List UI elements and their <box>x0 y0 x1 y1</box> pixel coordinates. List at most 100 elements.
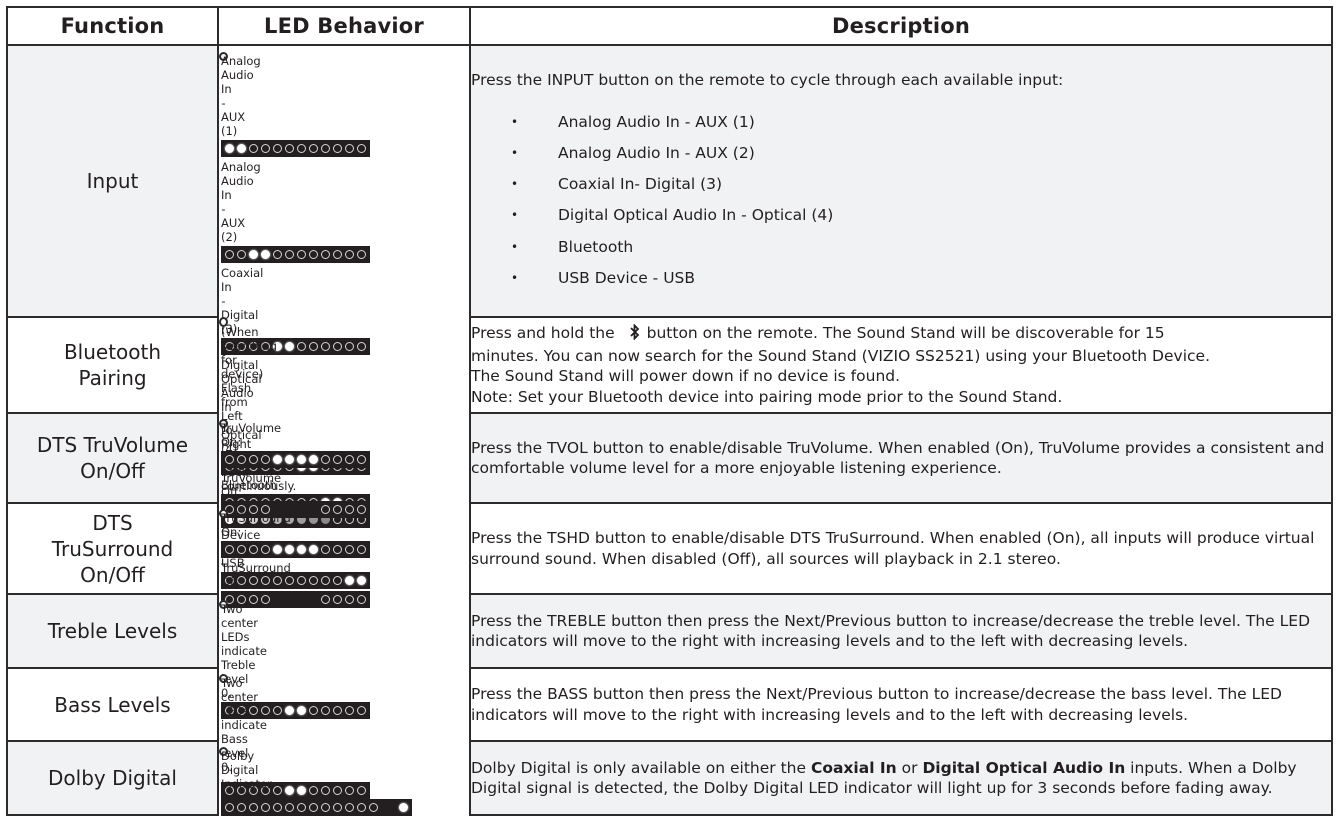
header-led-behavior: LED Behavior <box>217 6 471 46</box>
led-off <box>333 455 342 464</box>
led-off <box>285 576 294 585</box>
led-off <box>285 250 294 259</box>
table-row-input: Input Analog Audio In - AUX (1) Analog A… <box>6 44 1333 589</box>
led-off <box>333 595 342 604</box>
led-on <box>285 455 294 464</box>
input-name: Bluetooth <box>558 237 634 256</box>
led-on <box>297 545 306 554</box>
led-off <box>321 595 330 604</box>
led-off <box>273 144 282 153</box>
led-off <box>357 250 366 259</box>
led-caption: Two center LEDs indicate <box>221 602 267 658</box>
description-text: Dolby Digital is only available on eithe… <box>471 758 811 777</box>
led-off <box>357 144 366 153</box>
bluetooth-icon <box>629 323 643 346</box>
led-on <box>297 455 306 464</box>
input-list: • Analog Audio In - AUX (1) • Analog Audio… <box>471 107 1331 294</box>
led-off <box>369 803 378 812</box>
led-caption: TruVolume On: <box>221 421 282 449</box>
function-label-line: DTS TruVolume <box>36 433 189 457</box>
function-cell: Dolby Digital <box>6 740 219 816</box>
input-name: Analog Audio In - AUX (2) <box>558 144 755 163</box>
led-off <box>321 144 330 153</box>
description-line: The Sound Stand will power down if no de… <box>471 367 901 385</box>
function-label-line: Bluetooth <box>63 340 162 364</box>
led-off <box>357 595 366 604</box>
led-behavior-table: Function LED Behavior Description Input … <box>6 6 1333 816</box>
led-bar-dolby <box>221 799 412 816</box>
description-cell: Press the TREBLE button then press the N… <box>469 593 1333 669</box>
led-off <box>273 803 282 812</box>
list-item: • Bluetooth <box>471 231 1331 262</box>
description-line: minutes. You can now search for the Soun… <box>471 346 1210 365</box>
description-cell: Press the TSHD button to enable/disable … <box>469 502 1333 595</box>
list-item: • Digital Optical Audio In - Optical (4) <box>471 200 1331 231</box>
led-off <box>345 706 354 715</box>
input-name: Analog Audio In - AUX (1) <box>558 112 755 131</box>
function-cell: Bass Levels <box>6 667 219 742</box>
led-on <box>225 144 234 153</box>
led-bar-on <box>221 541 370 558</box>
led-on <box>249 250 258 259</box>
description-cell: Press and hold the button on the remote. … <box>469 316 1333 414</box>
bullet-icon: • <box>511 177 519 192</box>
led-off <box>333 706 342 715</box>
led-caption: Analog Audio In - AUX (2) <box>221 160 261 244</box>
led-cell: TruVolume On: TruVolume Off: <box>219 419 370 518</box>
led-off <box>345 545 354 554</box>
description-text: or <box>896 758 923 777</box>
led-off <box>273 706 282 715</box>
led-off <box>309 706 318 715</box>
led-off <box>297 803 306 812</box>
led-off <box>261 803 270 812</box>
led-on <box>273 455 282 464</box>
led-caption: Two center LEDs indicate <box>221 676 267 732</box>
description-cell: Press the TVOL button to enable/disable … <box>469 412 1333 504</box>
led-off <box>297 342 306 351</box>
list-item: • Analog Audio In - AUX (2) <box>471 138 1331 169</box>
led-off <box>309 803 318 812</box>
list-item: • USB Device - USB <box>471 262 1331 293</box>
led-on <box>285 786 294 795</box>
led-on <box>297 706 306 715</box>
led-off <box>261 545 270 554</box>
led-on <box>285 342 294 351</box>
list-item: • Coaxial In- Digital (3) <box>471 169 1331 200</box>
led-off <box>285 144 294 153</box>
led-bar-off <box>221 591 370 608</box>
led-off <box>225 545 234 554</box>
description-line: Press and hold the button on the remote. … <box>471 323 1331 346</box>
led-on <box>399 803 408 812</box>
led-off <box>225 250 234 259</box>
led-off <box>321 545 330 554</box>
description-line: Note: Set your Bluetooth device into pai… <box>471 387 1063 406</box>
led-off <box>357 455 366 464</box>
led-off <box>321 455 330 464</box>
led-cell: Two center LEDs indicate Treble level 0. <box>219 600 370 719</box>
led-off <box>333 576 342 585</box>
bullet-icon: • <box>511 239 519 254</box>
led-off <box>273 786 282 795</box>
input-name: Coaxial In- Digital (3) <box>558 175 723 194</box>
led-off <box>309 250 318 259</box>
led-off <box>261 144 270 153</box>
description-text: button on the remote. The Sound Stand wi… <box>646 324 1165 342</box>
input-name: Digital Optical Audio In - Optical (4) <box>558 206 834 225</box>
led-off <box>297 144 306 153</box>
led-bar <box>221 140 370 157</box>
led-on <box>357 576 366 585</box>
list-item: • Analog Audio In - AUX (1) <box>471 107 1331 138</box>
led-off <box>297 250 306 259</box>
led-off <box>321 342 330 351</box>
led-off <box>225 455 234 464</box>
led-off <box>261 706 270 715</box>
led-off <box>249 455 258 464</box>
led-off <box>345 786 354 795</box>
led-off <box>345 803 354 812</box>
led-caption: Analog Audio In - AUX (1) <box>221 54 261 138</box>
led-off <box>345 595 354 604</box>
table-row-bass: Bass Levels Two center LEDs indicate Bas… <box>6 667 1333 799</box>
led-cell: TruSurround On: TruSurround Off: <box>219 509 370 608</box>
table-row-dolby-digital: Dolby Digital Dolby Digital Indicator. D… <box>6 740 1333 816</box>
led-caption: TruSurround Off: <box>221 561 291 589</box>
